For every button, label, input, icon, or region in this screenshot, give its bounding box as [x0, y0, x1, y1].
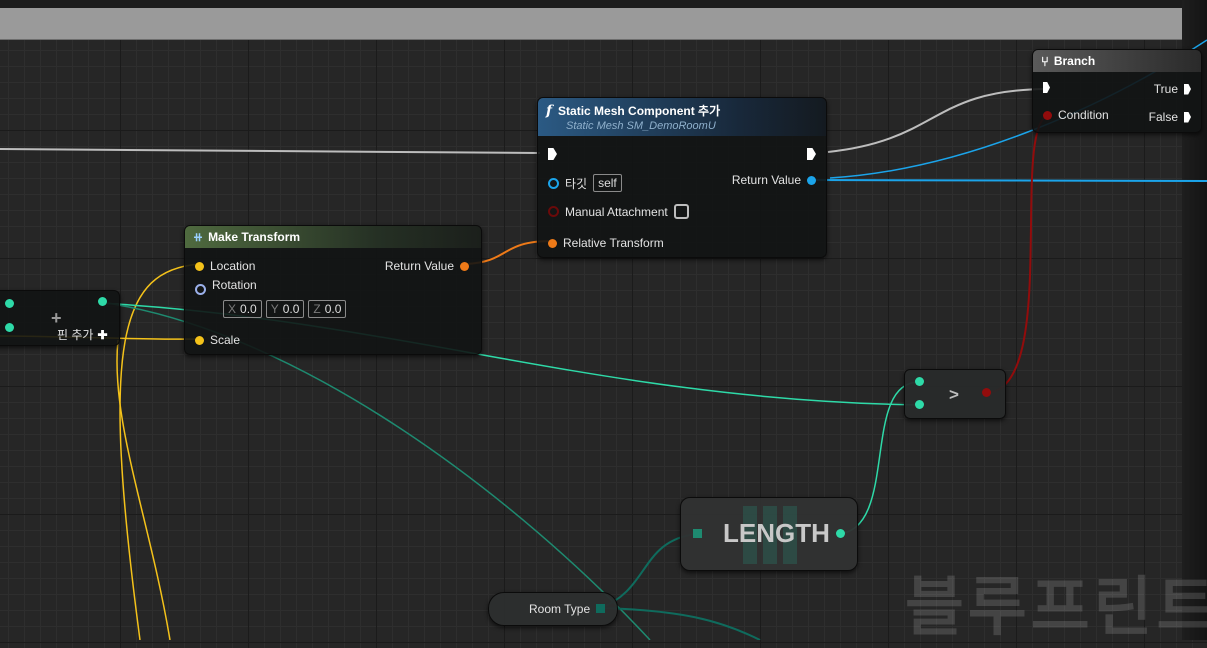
length-in-pin[interactable] — [693, 529, 702, 538]
target-self-field: self — [593, 174, 622, 192]
branch-condition-pin[interactable]: Condition — [1043, 108, 1109, 122]
greater-in-a[interactable] — [915, 377, 924, 386]
vector-pin-icon — [195, 335, 204, 345]
greater-node[interactable]: > — [904, 369, 1006, 419]
function-icon: f — [546, 102, 553, 119]
branch-false-pin[interactable]: False — [1149, 110, 1191, 124]
struct-pin-icon — [460, 261, 469, 271]
manual-attachment-checkbox[interactable] — [673, 204, 689, 219]
add-static-mesh-title: Static Mesh Component 추가 — [558, 104, 721, 118]
room-type-label: Room Type — [529, 602, 591, 616]
int-pin-icon — [915, 377, 924, 386]
int-pin-icon — [836, 529, 845, 538]
array-in-pin-1[interactable] — [5, 323, 14, 332]
make-transform-title: Make Transform — [208, 230, 301, 244]
branch-true-pin[interactable]: True — [1154, 82, 1191, 96]
add-static-mesh-exec-in[interactable] — [548, 148, 557, 160]
make-transform-return-pin[interactable]: Return Value — [385, 259, 469, 273]
rotation-y-field[interactable]: Y 0.0 — [265, 300, 305, 318]
rotation-fields: X 0.0 Y 0.0 Z 0.0 — [223, 300, 347, 318]
branch-node-header[interactable]: ⑂ Branch — [1033, 50, 1201, 72]
make-array-node[interactable]: + 핀 추가 ✚ — [0, 290, 120, 346]
make-transform-node[interactable]: ⧺ Make Transform Location Return Value R… — [184, 225, 482, 355]
object-pin-icon — [807, 175, 816, 185]
greater-in-b[interactable] — [915, 400, 924, 409]
object-wire-return — [811, 179, 1207, 182]
rotation-x-field[interactable]: X 0.0 — [223, 300, 262, 318]
bool-pin-icon — [982, 388, 991, 397]
add-pin-icon: ✚ — [97, 327, 108, 342]
scale-pin[interactable]: Scale — [195, 333, 240, 347]
branch-exec-in[interactable] — [1043, 82, 1050, 93]
room-type-variable-node[interactable]: Room Type — [488, 592, 618, 626]
relative-transform-pin[interactable]: Relative Transform — [548, 236, 664, 250]
add-static-mesh-node[interactable]: f Static Mesh Component 추가 Static Mesh S… — [537, 97, 827, 258]
room-type-out-pin[interactable] — [596, 604, 605, 613]
array-out-pin[interactable] — [98, 297, 107, 306]
make-transform-header[interactable]: ⧺ Make Transform — [185, 226, 481, 248]
length-out-pin[interactable] — [836, 529, 845, 538]
greater-out[interactable] — [982, 388, 991, 397]
length-title: LENGTH — [723, 518, 830, 548]
vector-wire-down — [116, 339, 171, 640]
rotator-pin-icon — [195, 284, 206, 295]
location-pin[interactable]: Location — [195, 259, 255, 273]
branch-title: Branch — [1053, 54, 1096, 68]
branch-icon: ⑂ — [1041, 53, 1049, 69]
add-static-mesh-subtitle: Static Mesh SM_DemoRoomU — [566, 120, 716, 132]
array-in-pin-0[interactable] — [5, 299, 14, 308]
rotation-z-field[interactable]: Z 0.0 — [308, 300, 347, 318]
bool-pin-icon — [1043, 110, 1052, 120]
bool-wire — [985, 114, 1049, 394]
int-pin-icon — [5, 323, 14, 332]
exec-wire-branch — [827, 88, 1047, 153]
array-pin-icon — [693, 529, 702, 538]
int-pin-icon — [915, 400, 924, 409]
greater-operator: > — [949, 385, 959, 404]
struct-make-icon: ⧺ — [193, 230, 204, 244]
array-pin-icon — [98, 297, 107, 306]
int-pin-icon — [5, 299, 14, 308]
manual-attachment-pin[interactable]: Manual Attachment — [548, 204, 689, 219]
add-static-mesh-header[interactable]: f Static Mesh Component 추가 Static Mesh S… — [538, 98, 826, 136]
array-pin-icon — [596, 604, 605, 613]
wire-layer — [0, 39, 1207, 640]
return-value-pin[interactable]: Return Value — [732, 173, 816, 187]
blueprint-watermark: 블루프린트 — [905, 571, 1207, 645]
object-pin-icon — [548, 177, 559, 189]
target-pin[interactable]: 타깃 self — [548, 174, 622, 192]
exec-wire-in — [0, 148, 541, 154]
bool-pin-icon — [548, 206, 559, 217]
add-static-mesh-exec-out[interactable] — [807, 148, 816, 160]
struct-pin-icon — [548, 238, 557, 248]
branch-node[interactable]: ⑂ Branch Condition True False — [1032, 49, 1202, 133]
add-pin-button[interactable]: 핀 추가 ✚ — [57, 326, 108, 343]
rotation-pin[interactable]: Rotation — [195, 278, 257, 295]
length-node[interactable]: LENGTH — [680, 497, 858, 571]
vector-pin-icon — [195, 261, 204, 271]
